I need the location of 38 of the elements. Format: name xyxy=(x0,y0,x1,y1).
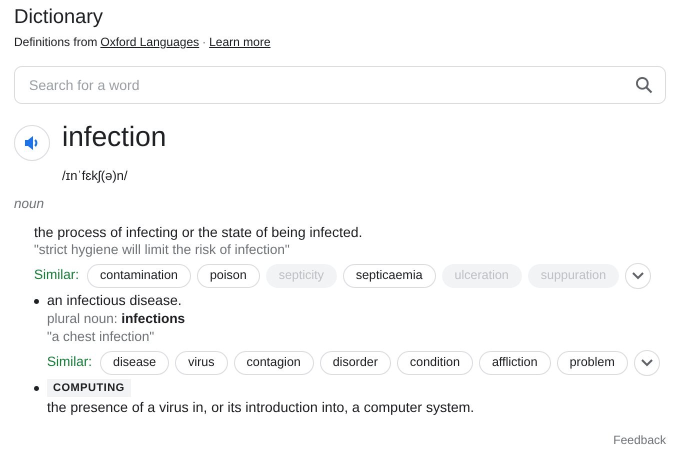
source-link[interactable]: Oxford Languages xyxy=(100,33,200,51)
expand-button[interactable] xyxy=(634,350,660,376)
chevron-down-icon xyxy=(640,358,653,366)
synonym-chip[interactable]: contamination xyxy=(87,264,191,288)
synonym-chip[interactable]: affliction xyxy=(478,350,551,374)
speaker-icon xyxy=(24,136,40,150)
bullet-icon xyxy=(34,386,39,390)
similar-label: Similar: xyxy=(47,353,92,372)
search-icon[interactable] xyxy=(634,75,654,95)
definition: the process of infecting or the state of being infected. xyxy=(34,224,362,240)
expand-button[interactable] xyxy=(625,262,652,288)
synonym-chip[interactable]: poison xyxy=(196,264,260,288)
headword: infection xyxy=(62,120,166,154)
definition: the presence of a virus in, or its introduction into, a computer system. xyxy=(47,399,474,416)
feedback-link[interactable]: Feedback xyxy=(613,431,666,449)
synonym-chip[interactable]: virus xyxy=(175,350,228,374)
learn-more-link[interactable]: Learn more xyxy=(209,33,270,51)
audio-button[interactable] xyxy=(14,125,50,161)
plural-form: plural noun: infections xyxy=(47,310,186,328)
source-text: Definitions from xyxy=(14,34,98,51)
synonym-chip[interactable]: disorder xyxy=(320,350,391,374)
similar-label: Similar: xyxy=(34,266,80,284)
example-sentence: "a chest infection" xyxy=(47,328,154,344)
separator-dot: · xyxy=(202,34,206,51)
search-field[interactable]: Search for a word xyxy=(14,66,666,104)
synonym-chip[interactable]: septicaemia xyxy=(342,264,436,288)
synonym-chip[interactable]: problem xyxy=(556,350,628,374)
example-sentence: "strict hygiene will limit the risk of infection" xyxy=(34,240,290,258)
definition: an infectious disease. xyxy=(47,292,182,308)
synonym-chip[interactable]: condition xyxy=(396,350,473,374)
synonym-chip[interactable]: disease xyxy=(100,350,170,374)
bullet-icon xyxy=(34,298,39,304)
page-title: Dictionary xyxy=(14,5,103,30)
domain-label: COMPUTING xyxy=(47,378,131,397)
part-of-speech: noun xyxy=(14,194,44,212)
pronunciation: /ɪnˈfɛkʃ(ə)n/ xyxy=(62,167,128,185)
chevron-down-icon xyxy=(632,272,644,280)
synonym-chip[interactable]: contagion xyxy=(234,350,314,374)
